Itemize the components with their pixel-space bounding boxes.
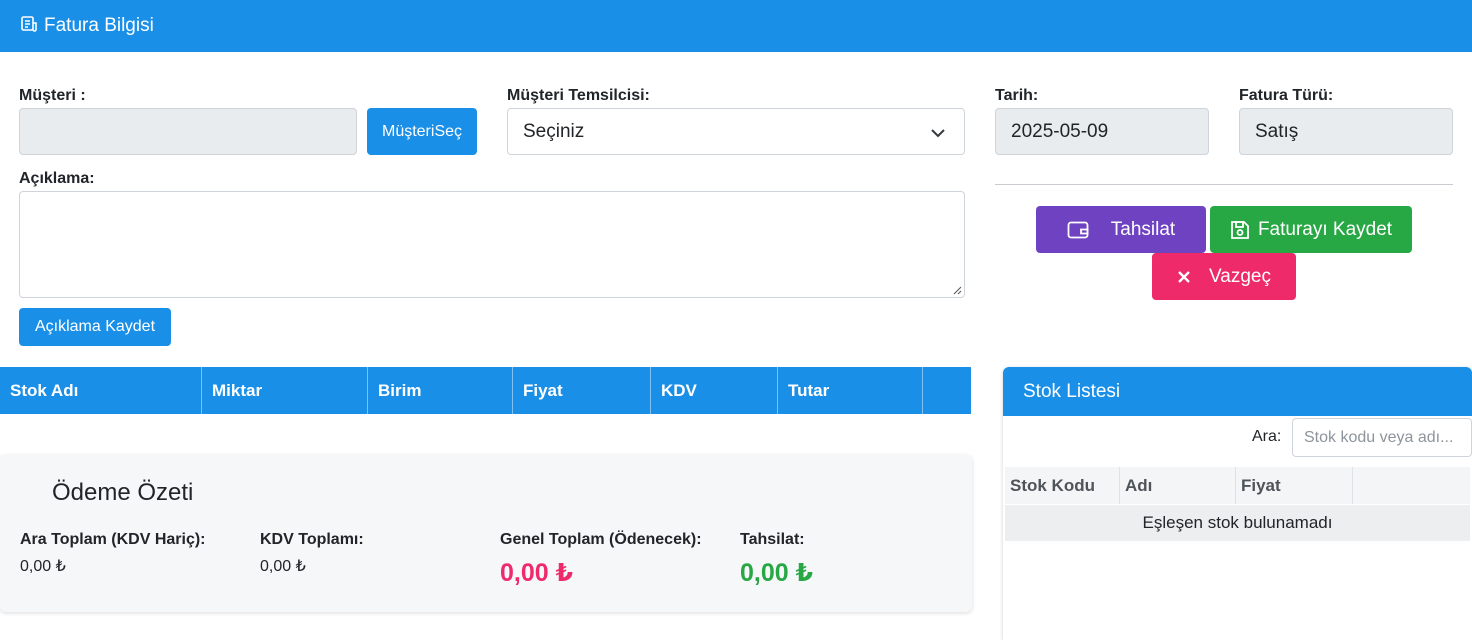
column-header-stock-name[interactable]: Stok Adı bbox=[0, 367, 202, 414]
date-label: Tarih: bbox=[995, 87, 1039, 104]
subtotal-value: 0,00 ₺ bbox=[20, 558, 66, 575]
floppy-disk-icon bbox=[1231, 220, 1249, 239]
stock-search-input[interactable]: Stok kodu veya adı... bbox=[1292, 418, 1472, 457]
description-save-button[interactable]: Açıklama Kaydet bbox=[19, 308, 171, 346]
stock-list-header: Stok Listesi bbox=[1003, 367, 1472, 416]
stock-empty-message: Eşleşen stok bulunamadı bbox=[1005, 505, 1470, 541]
column-header-amount[interactable]: Tutar bbox=[778, 367, 923, 414]
close-icon bbox=[1178, 270, 1190, 283]
invoice-type-field[interactable]: Satış bbox=[1239, 108, 1453, 155]
rep-select-value: Seçiniz bbox=[523, 120, 585, 142]
stock-list-title: Stok Listesi bbox=[1023, 381, 1121, 402]
invoice-type-label: Fatura Türü: bbox=[1239, 87, 1334, 104]
column-header-actions bbox=[923, 367, 971, 414]
page-title: Fatura Bilgisi bbox=[44, 15, 154, 36]
save-invoice-button[interactable]: Faturayı Kaydet bbox=[1210, 206, 1412, 253]
collection-total-label: Tahsilat: bbox=[740, 531, 805, 548]
rep-select[interactable]: Seçiniz bbox=[507, 108, 965, 155]
grand-total-label: Genel Toplam (Ödenecek): bbox=[500, 531, 702, 548]
column-header-stock-name[interactable]: Adı bbox=[1120, 467, 1236, 504]
grand-total-value: 0,00 ₺ bbox=[500, 559, 573, 587]
wallet-icon bbox=[1067, 221, 1089, 238]
column-header-unit[interactable]: Birim bbox=[368, 367, 513, 414]
column-header-stock-actions bbox=[1353, 467, 1470, 504]
vat-total-label: KDV Toplamı: bbox=[260, 531, 364, 548]
collection-button[interactable]: Tahsilat bbox=[1036, 206, 1206, 253]
description-label: Açıklama: bbox=[19, 170, 95, 187]
divider bbox=[995, 184, 1453, 185]
column-header-price[interactable]: Fiyat bbox=[513, 367, 651, 414]
column-header-vat[interactable]: KDV bbox=[651, 367, 778, 414]
customer-field[interactable] bbox=[19, 108, 357, 155]
cancel-button-label: Vazgeç bbox=[1209, 265, 1271, 287]
date-field[interactable]: 2025-05-09 bbox=[995, 108, 1209, 155]
description-textarea[interactable] bbox=[19, 191, 965, 298]
collection-total-value: 0,00 ₺ bbox=[740, 559, 813, 587]
chevron-down-icon bbox=[931, 129, 945, 138]
subtotal-label: Ara Toplam (KDV Hariç): bbox=[20, 531, 206, 548]
summary-title: Ödeme Özeti bbox=[52, 479, 194, 506]
column-header-stock-price[interactable]: Fiyat bbox=[1236, 467, 1353, 504]
vat-total-value: 0,00 ₺ bbox=[260, 558, 306, 575]
column-header-quantity[interactable]: Miktar bbox=[202, 367, 368, 414]
save-invoice-button-label: Faturayı Kaydet bbox=[1257, 218, 1393, 240]
stock-search-label: Ara: bbox=[1252, 428, 1282, 445]
rep-label: Müşteri Temsilcisi: bbox=[507, 87, 650, 104]
resize-handle-icon[interactable] bbox=[953, 286, 962, 295]
customer-select-button[interactable]: MüşteriSeç bbox=[367, 108, 477, 155]
page-header: Fatura Bilgisi bbox=[0, 0, 1472, 52]
cancel-button[interactable]: Vazgeç bbox=[1152, 253, 1296, 300]
customer-label: Müşteri : bbox=[19, 87, 86, 104]
collection-button-label: Tahsilat bbox=[1110, 218, 1176, 240]
column-header-stock-code[interactable]: Stok Kodu bbox=[1005, 467, 1120, 504]
receipt-icon bbox=[21, 16, 37, 32]
invoice-table-header: Stok Adı Miktar Birim Fiyat KDV Tutar bbox=[0, 367, 971, 414]
